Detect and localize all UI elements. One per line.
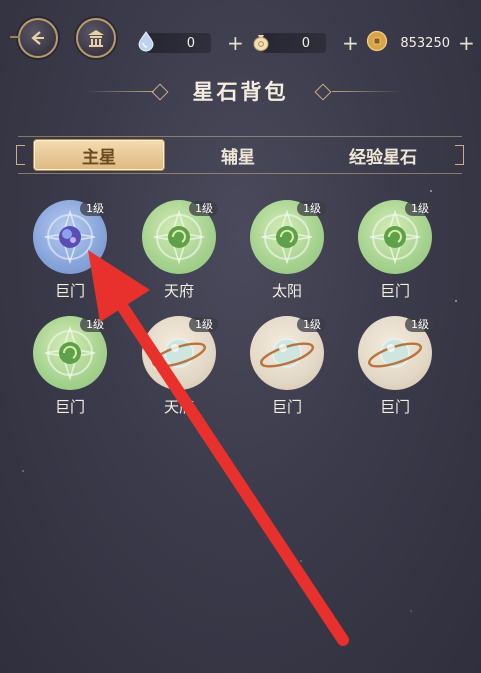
stone-card[interactable]: 1级 天府 bbox=[139, 316, 219, 420]
level-badge: 1级 bbox=[297, 317, 326, 332]
stone-name: 巨门 bbox=[271, 398, 302, 416]
back-button[interactable] bbox=[10, 18, 58, 58]
resource-coin: 853250 + bbox=[366, 30, 478, 56]
stone-name: 巨门 bbox=[54, 398, 85, 416]
stone-card[interactable]: 1级 巨门 bbox=[30, 316, 110, 420]
title-row: 星石背包 bbox=[0, 70, 481, 110]
level-badge: 1级 bbox=[405, 201, 434, 216]
coin-icon bbox=[366, 30, 388, 52]
money-bag-count: 0 bbox=[301, 36, 310, 51]
level-badge: 1级 bbox=[80, 317, 109, 332]
stone-name: 太阳 bbox=[271, 282, 302, 300]
stone-orb: 1级 bbox=[142, 200, 218, 274]
stone-card[interactable]: 1级 巨门 bbox=[355, 316, 435, 420]
page-title: 星石背包 bbox=[192, 80, 289, 104]
water-drop-icon bbox=[138, 31, 154, 52]
add-coin-button[interactable]: + bbox=[458, 30, 475, 56]
add-money-bag-button[interactable]: + bbox=[342, 30, 359, 56]
stone-card[interactable]: 1级 巨门 bbox=[30, 200, 110, 304]
level-badge: 1级 bbox=[189, 201, 218, 216]
level-badge: 1级 bbox=[189, 317, 218, 332]
resource-money-bag: 0 + bbox=[250, 30, 360, 56]
stone-orb: 1级 bbox=[142, 316, 218, 390]
stone-orb: 1级 bbox=[358, 200, 434, 274]
stone-name: 巨门 bbox=[379, 282, 410, 300]
tab-main-star-label: 主星 bbox=[82, 147, 116, 168]
tab-main-star[interactable]: 主星 bbox=[34, 140, 164, 170]
stone-orb: 1级 bbox=[358, 316, 434, 390]
home-button[interactable] bbox=[76, 18, 116, 58]
top-bar: 0 + 0 + 853250 + bbox=[0, 0, 481, 80]
money-bag-icon bbox=[253, 35, 269, 51]
add-water-drop-button[interactable]: + bbox=[227, 30, 244, 56]
stone-name: 巨门 bbox=[379, 398, 410, 416]
back-arrow-icon bbox=[31, 31, 44, 45]
stone-orb: 1级 bbox=[250, 316, 326, 390]
stone-name: 巨门 bbox=[54, 282, 85, 300]
stone-card[interactable]: 1级 巨门 bbox=[247, 316, 327, 420]
pavilion-icon bbox=[88, 30, 104, 47]
stone-orb: 1级 bbox=[250, 200, 326, 274]
tab-auxiliary-star[interactable]: 辅星 bbox=[188, 140, 288, 170]
stone-name: 天府 bbox=[163, 398, 194, 416]
stone-orb: 1级 bbox=[33, 200, 109, 274]
level-badge: 1级 bbox=[297, 201, 326, 216]
level-badge: 1级 bbox=[80, 201, 109, 216]
stone-orb: 1级 bbox=[33, 316, 109, 390]
level-badge: 1级 bbox=[405, 317, 434, 332]
stone-card[interactable]: 1级 太阳 bbox=[247, 200, 327, 304]
tab-experience-stone-label: 经验星石 bbox=[349, 147, 417, 168]
stone-card[interactable]: 1级 巨门 bbox=[355, 200, 435, 304]
resource-water-drop: 0 + bbox=[135, 30, 245, 56]
tab-bar: 主星 辅星 经验星石 bbox=[16, 136, 464, 174]
stone-name: 天府 bbox=[163, 282, 194, 300]
water-drop-count: 0 bbox=[186, 36, 195, 51]
coin-count: 853250 bbox=[400, 36, 450, 51]
tab-experience-stone[interactable]: 经验星石 bbox=[318, 140, 448, 170]
stone-card[interactable]: 1级 天府 bbox=[139, 200, 219, 304]
tab-auxiliary-star-label: 辅星 bbox=[221, 147, 255, 168]
